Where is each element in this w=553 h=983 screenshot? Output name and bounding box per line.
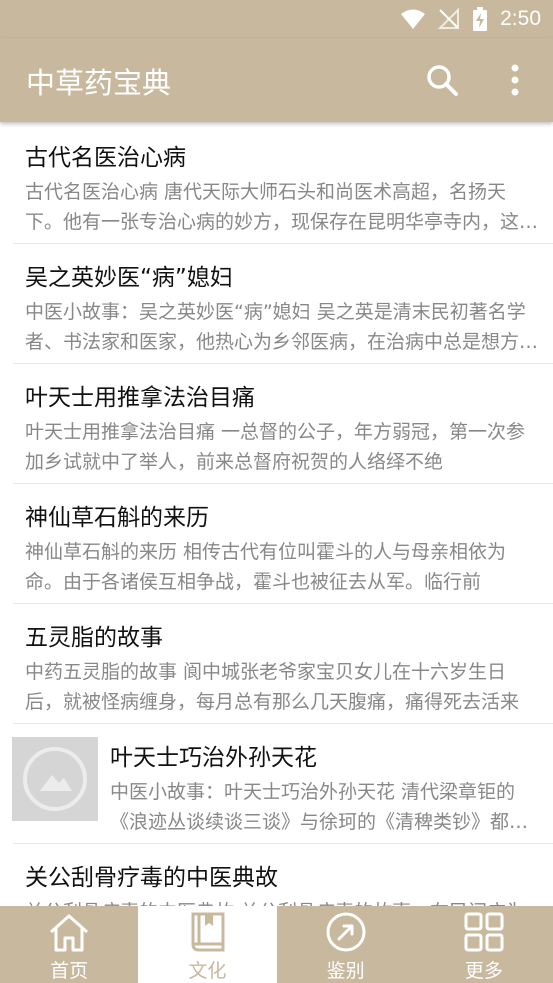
list-item[interactable]: 吴之英妙医“病”媳妇 中医小故事：吴之英妙医“病”媳妇 吴之英是清末民初著名学者… [14, 244, 553, 364]
book-icon [191, 912, 225, 952]
search-icon[interactable] [424, 62, 460, 98]
item-description: 神仙草石斛的来历 相传古代有位叫霍斗的人与母亲相依为命。由于各诸侯互相争战，霍斗… [25, 541, 507, 593]
wifi-icon [401, 9, 426, 29]
image-placeholder-icon [23, 747, 87, 811]
more-vert-icon[interactable] [500, 62, 530, 98]
tab-label: 鉴别 [326, 960, 365, 982]
no-signal-icon [438, 8, 460, 29]
battery-charging-icon [473, 7, 488, 31]
article-list: 古代名医治心病 古代名医治心病 唐代天际大师石头和尚医术高超，名扬天下。他有一张… [0, 124, 553, 906]
item-title: 古代名医治心病 [25, 145, 186, 171]
item-title: 叶天士巧治外孙天花 [110, 745, 317, 771]
item-description: 古代名医治心病 唐代天际大师石头和尚医术高超，名扬天下。他有一张专治心病的妙方，… [25, 181, 539, 233]
status-bar: 2:50 [0, 0, 553, 38]
list-item[interactable]: 叶天士用推拿法治目痛 叶天士用推拿法治目痛 一总督的公子，年方弱冠，第一次参加乡… [14, 364, 553, 484]
item-title: 关公刮骨疗毒的中医典故 [25, 865, 278, 891]
item-description: 中医小故事：叶天士巧治外孙天花 清代梁章钜的《浪迹丛谈续谈三谈》与徐珂的《清稗类… [110, 781, 529, 833]
grid-icon [464, 912, 504, 952]
status-icons: 2:50 [400, 6, 541, 32]
list-item[interactable]: 关公刮骨疗毒的中医典故 关公刮骨疗毒的中医典故 关公刮骨疗毒的故事，在民间广为流… [14, 844, 553, 906]
item-description: 关公刮骨疗毒的中医典故 关公刮骨疗毒的故事，在民间广为流传 [25, 897, 540, 906]
list-item[interactable]: 古代名医治心病 古代名医治心病 唐代天际大师石头和尚医术高超，名扬天下。他有一张… [14, 124, 553, 244]
item-title: 吴之英妙医“病”媳妇 [25, 265, 233, 291]
bottom-tab-bar: 首页 文化 鉴别 更多 [0, 906, 553, 983]
home-icon [50, 914, 89, 952]
item-title: 叶天士用推拿法治目痛 [25, 385, 255, 411]
thumbnail [12, 737, 98, 821]
tab-label: 首页 [50, 960, 89, 982]
status-time: 2:50 [500, 7, 541, 30]
compass-icon [326, 912, 366, 952]
tab-identify[interactable]: 鉴别 [277, 906, 415, 983]
item-description: 中药五灵脂的故事 阆中城张老爷家宝贝女儿在十六岁生日后，就被怪病缠身，每月总有那… [25, 661, 520, 713]
item-title: 神仙草石斛的来历 [25, 505, 209, 531]
tab-culture[interactable]: 文化 [138, 906, 277, 983]
list-item[interactable]: 叶天士巧治外孙天花 中医小故事：叶天士巧治外孙天花 清代梁章钜的《浪迹丛谈续谈三… [12, 724, 553, 844]
app-title: 中草药宝典 [26, 66, 172, 100]
tab-label: 文化 [188, 960, 227, 982]
tab-home[interactable]: 首页 [0, 906, 138, 983]
item-description: 叶天士用推拿法治目痛 一总督的公子，年方弱冠，第一次参加乡试就中了举人，前来总督… [25, 421, 526, 473]
item-description: 中医小故事：吴之英妙医“病”媳妇 吴之英是清末民初著名学者、书法家和医家，他热心… [25, 301, 539, 353]
item-title: 五灵脂的故事 [25, 625, 163, 651]
tab-label: 更多 [464, 960, 503, 982]
app-bar: 中草药宝典 [0, 38, 553, 122]
list-item[interactable]: 五灵脂的故事 中药五灵脂的故事 阆中城张老爷家宝贝女儿在十六岁生日后，就被怪病缠… [14, 604, 553, 724]
list-item[interactable]: 神仙草石斛的来历 神仙草石斛的来历 相传古代有位叫霍斗的人与母亲相依为命。由于各… [14, 484, 553, 604]
tab-more[interactable]: 更多 [415, 906, 553, 983]
